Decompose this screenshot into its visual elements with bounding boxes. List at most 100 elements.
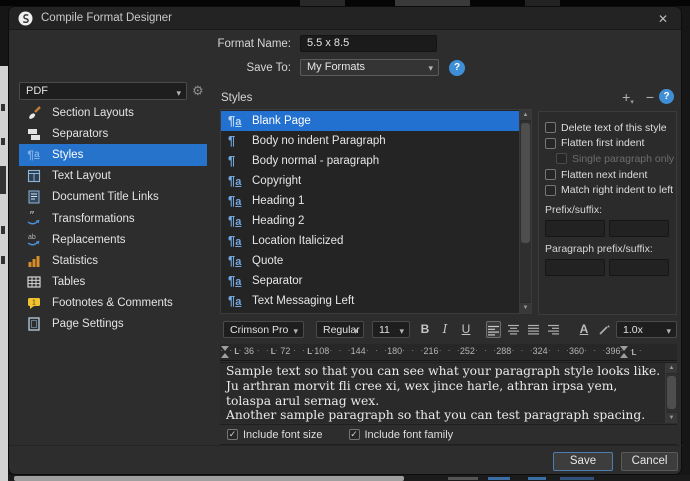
sidebar-item-transformations[interactable]: ” Transformations	[19, 208, 207, 229]
include-option-checkbox[interactable]: ✓ Include font size	[227, 429, 323, 441]
styles-panel-title: Styles	[221, 92, 252, 104]
style-option-checkbox[interactable]: ✓ Delete text of this style	[545, 120, 676, 136]
save-to-label: Save To:	[171, 62, 291, 74]
include-option-checkbox[interactable]: ✓ Include font family	[349, 429, 454, 441]
style-option-checkbox[interactable]: ✓ Match right indent to left	[545, 182, 676, 198]
checkbox[interactable]: ✓	[545, 169, 556, 180]
bar-chart-icon	[25, 253, 42, 269]
ruler-tick: ·	[293, 345, 296, 355]
ruler-number: 288	[496, 346, 511, 356]
style-list-item[interactable]: ¶a Location Italicized	[221, 231, 519, 251]
highlight-pen-icon[interactable]	[596, 321, 612, 338]
align-center-button[interactable]	[506, 321, 521, 338]
scroll-up-icon[interactable]: ▲	[666, 363, 677, 374]
background-fragment	[1, 138, 5, 145]
paragraph-style-icon: ¶a	[25, 147, 42, 163]
checkbox[interactable]: ✓	[545, 185, 556, 196]
checkbox[interactable]: ✓	[556, 153, 567, 164]
paragraph-suffix-input[interactable]	[609, 259, 669, 276]
sidebar-item-page-settings[interactable]: Page Settings	[19, 314, 207, 335]
font-size-dropdown[interactable]: 11 ▾	[372, 321, 410, 338]
table-grid-icon	[25, 274, 42, 290]
style-option-checkbox[interactable]: ✓ Flatten next indent	[545, 167, 676, 183]
paragraph-prefix-input[interactable]	[545, 259, 605, 276]
cancel-button[interactable]: Cancel	[621, 452, 678, 471]
tab-stop-marker[interactable]: L	[271, 347, 276, 356]
prefix-input[interactable]	[545, 220, 605, 237]
suffix-input[interactable]	[609, 220, 669, 237]
prefix-suffix-label: Prefix/suffix:	[545, 204, 676, 216]
close-icon[interactable]: ✕	[655, 11, 671, 27]
format-name-input[interactable]: 5.5 x 8.5	[300, 35, 437, 52]
align-justify-button[interactable]	[526, 321, 541, 338]
sidebar-item-replacements[interactable]: ab Replacements	[19, 229, 207, 250]
checkbox[interactable]: ✓	[227, 429, 238, 440]
underline-button[interactable]: U	[457, 321, 475, 338]
style-preview-area[interactable]: Sample text so that you can see what you…	[220, 362, 677, 423]
save-to-dropdown[interactable]: My Formats ▾	[300, 59, 439, 76]
style-option-checkbox[interactable]: ✓ Single paragraph only	[545, 151, 676, 167]
sidebar-item-tables[interactable]: Tables	[19, 272, 207, 293]
scroll-up-icon[interactable]: ▲	[520, 110, 531, 121]
style-list-item[interactable]: ¶ Body normal - paragraph	[221, 151, 519, 171]
sidebar-item-document-title-links[interactable]: Document Title Links	[19, 187, 207, 208]
styles-list-scrollbar[interactable]: ▲ ▼	[519, 110, 531, 313]
checkbox[interactable]: ✓	[545, 138, 556, 149]
sidebar-item-text-layout[interactable]: Text Layout	[19, 166, 207, 187]
scroll-down-icon[interactable]: ▼	[520, 302, 531, 313]
style-list-item[interactable]: ¶ Body no indent Paragraph	[221, 131, 519, 151]
help-icon[interactable]: ?	[449, 60, 465, 76]
document-icon	[25, 189, 42, 205]
italic-button[interactable]: I	[437, 321, 453, 338]
font-color-button[interactable]: A	[576, 321, 592, 338]
ruler[interactable]: L 3672108144180216252288324360396·······…	[220, 344, 677, 361]
style-name: Location Italicized	[252, 235, 343, 247]
scroll-down-icon[interactable]: ▼	[666, 412, 677, 423]
chevron-down-icon: ▾	[176, 85, 181, 101]
checkbox-label: Single paragraph only	[572, 153, 674, 165]
ruler-tick: ·	[566, 345, 569, 355]
ruler-number: 396	[605, 346, 620, 356]
sidebar-item-separators[interactable]: Separators	[19, 123, 207, 144]
gear-icon[interactable]: ⚙	[192, 83, 204, 99]
line-spacing-dropdown[interactable]: 1.0x ▾	[616, 321, 677, 338]
style-list-item[interactable]: ¶a Text Messaging Left	[221, 291, 519, 311]
save-button[interactable]: Save	[553, 452, 613, 471]
add-style-button[interactable]: +▾	[619, 89, 637, 111]
scrollbar-thumb[interactable]	[521, 123, 530, 243]
background-fragment	[1, 256, 5, 264]
remove-style-button[interactable]: −	[643, 89, 657, 105]
background-fragment	[1, 104, 5, 111]
sidebar-item-label: Document Title Links	[52, 191, 159, 203]
format-type-dropdown[interactable]: PDF ▾	[19, 82, 187, 100]
checkbox[interactable]: ✓	[349, 429, 360, 440]
scrollbar-thumb[interactable]	[667, 376, 676, 409]
align-left-button[interactable]	[486, 321, 501, 338]
style-list-item[interactable]: ¶a Blank Page	[221, 111, 519, 131]
text-layout-icon	[25, 168, 42, 184]
preview-scrollbar[interactable]: ▲ ▼	[665, 363, 677, 423]
style-list-item[interactable]: ¶a Heading 2	[221, 211, 519, 231]
help-icon[interactable]: ?	[659, 89, 674, 104]
sidebar-item-footnotes-comments[interactable]: 1 Footnotes & Comments	[19, 293, 207, 314]
checkbox[interactable]: ✓	[545, 122, 556, 133]
sidebar-item-styles[interactable]: ¶a Styles	[19, 144, 207, 165]
bold-button[interactable]: B	[415, 321, 435, 338]
sidebar-item-statistics[interactable]: Statistics	[19, 250, 207, 271]
style-list-item[interactable]: ¶a Quote	[221, 251, 519, 271]
ruler-number: 252	[460, 346, 475, 356]
sidebar-item-label: Section Layouts	[52, 107, 134, 119]
sidebar-item-section-layouts[interactable]: Section Layouts	[19, 102, 207, 123]
font-family-dropdown[interactable]: Crimson Pro ▾	[223, 321, 304, 338]
align-right-button[interactable]	[546, 321, 561, 338]
font-style-dropdown[interactable]: Regular ▾	[316, 321, 364, 338]
style-list-item[interactable]: ¶a Copyright	[221, 171, 519, 191]
style-list-item[interactable]: ¶a Separator	[221, 271, 519, 291]
style-list-item[interactable]: ¶a Heading 1	[221, 191, 519, 211]
ruler-number: 360	[569, 346, 584, 356]
style-option-checkbox[interactable]: ✓ Flatten first indent	[545, 136, 676, 152]
tab-stop-marker[interactable]: L	[234, 347, 239, 356]
tab-stop-marker[interactable]: L	[307, 347, 312, 356]
background-window-left	[0, 66, 8, 481]
style-name: Separator	[252, 275, 303, 287]
